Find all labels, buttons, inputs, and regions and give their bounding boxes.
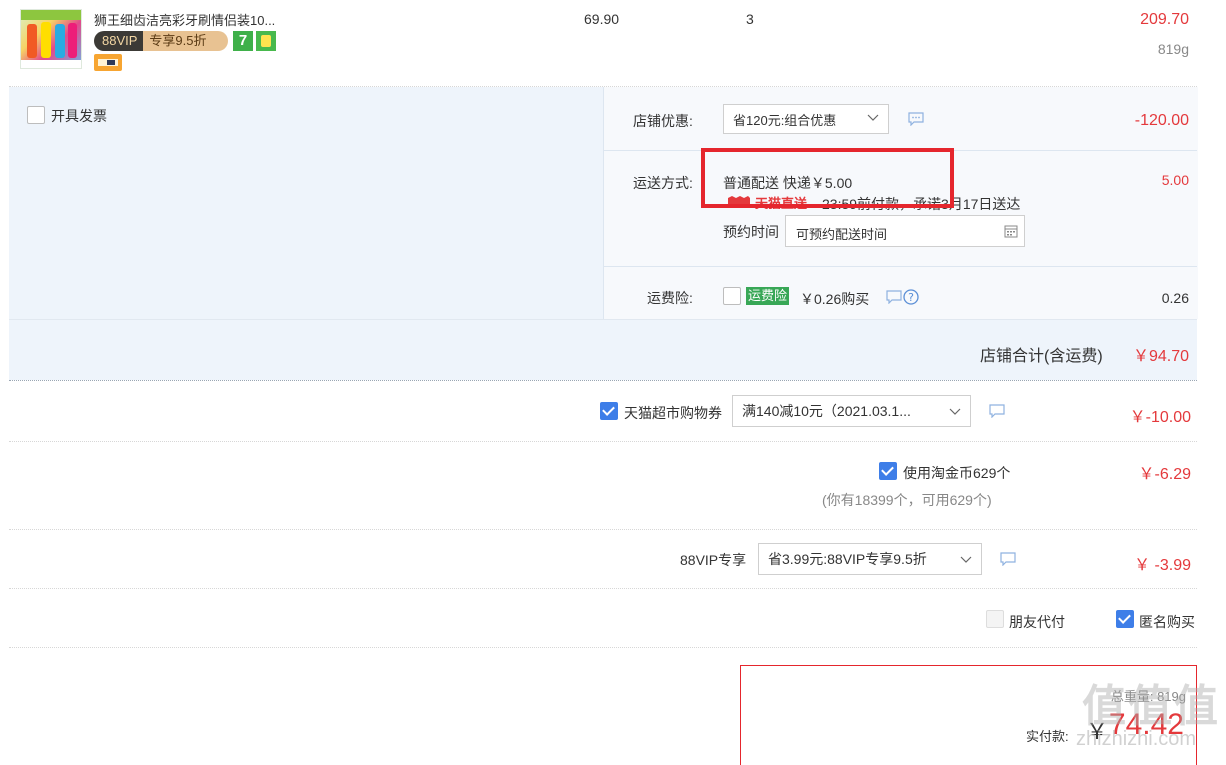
freight-insurance-checkbox[interactable] [723,287,741,305]
chevron-down-icon [867,114,879,121]
taojinbi-label: 使用淘金币629个 [903,465,1011,481]
vip-badge-right: 专享9.5折 [143,31,228,51]
freight-insurance-amount: 0.26 [1161,290,1189,306]
product-subtotal: 209.70 [1140,11,1189,28]
shipping-label: 运送方式: [633,175,693,191]
chevron-down-icon [960,556,972,563]
shop-discount-select[interactable]: 省120元:组合优惠 [723,104,889,134]
taojinbi-checkbox[interactable] [879,462,897,480]
seven-day-return-badge: 7 [233,31,253,51]
reserve-label: 预约时间 [723,224,779,240]
quality-guarantee-icon [256,31,276,51]
product-weight: 819g [1157,41,1189,57]
divider [9,529,1197,530]
taojinbi-note: (你有18399个，可用629个) [822,492,992,508]
row-divider [9,319,1197,320]
shipping-amount: 5.00 [1161,172,1189,188]
friend-pay-checkbox[interactable] [986,610,1004,628]
coupon-select[interactable]: 满140减10元（2021.03.1... [732,395,971,427]
coupon-value: 满140减10元（2021.03.1... [742,403,911,419]
shop-total-amount: ￥94.70 [1132,348,1189,365]
unit-price: 69.90 [584,11,620,27]
chat-bubble-icon[interactable] [908,112,924,126]
reserve-time-placeholder: 可预约配送时间 [796,227,888,242]
svg-text:?: ? [908,291,914,304]
divider [9,441,1197,442]
watermark-url: zhizhizhi.com [1076,728,1197,750]
panel-bottom-border [9,380,1197,381]
anonymous-checkbox[interactable] [1116,610,1134,628]
chat-bubble-icon[interactable] [1000,552,1016,566]
chat-bubble-icon[interactable] [989,404,1005,418]
shop-discount-value: 省120元:组合优惠 [733,112,837,128]
coupon-label: 天猫超市购物券 [624,405,722,421]
chat-bubble-icon[interactable] [886,290,902,304]
shop-total-label: 店铺合计(含运费) [980,348,1103,365]
freight-insurance-label: 运费险: [647,290,693,306]
taojinbi-amount: ￥-6.29 [1138,466,1191,483]
friend-pay-label: 朋友代付 [1009,614,1065,630]
invoice-label: 开具发票 [51,108,107,124]
vip-label: 88VIP专享 [680,552,747,568]
vip-select[interactable]: 省3.99元:88VIP专享9.5折 [758,543,982,575]
vip-amount: ￥ -3.99 [1134,557,1191,574]
reserve-time-input[interactable]: 可预约配送时间 [785,215,1025,247]
divider [9,647,1197,648]
card-pay-icon [94,54,122,71]
vip-badge-left: 88VIP [94,31,144,51]
product-thumbnail[interactable] [20,9,82,69]
anonymous-label: 匿名购买 [1139,614,1195,630]
watermark-logo: 值值值 [1082,682,1220,731]
coupon-amount: ￥-10.00 [1129,409,1191,426]
shop-discount-label: 店铺优惠: [633,113,693,129]
pay-label: 实付款: [1026,729,1069,744]
freight-insurance-price: ￥0.26购买 [800,291,870,307]
divider [9,588,1197,589]
invoice-checkbox[interactable] [27,106,45,124]
calendar-icon [1004,225,1018,238]
row-divider [603,266,1197,267]
chevron-down-icon [949,408,961,415]
help-icon[interactable]: ? [903,289,919,305]
highlight-box [701,148,954,208]
quantity: 3 [746,11,754,27]
vip-discount-badge: 88VIP 专享9.5折 [94,31,228,51]
freight-insurance-tag: 运费险 [746,287,790,305]
product-title[interactable]: 狮王细齿洁亮彩牙刷情侣装10... [94,10,275,29]
coupon-checkbox[interactable] [600,402,618,420]
shop-discount-amount: -120.00 [1134,112,1189,129]
vip-value: 省3.99元:88VIP专享9.5折 [768,551,927,567]
